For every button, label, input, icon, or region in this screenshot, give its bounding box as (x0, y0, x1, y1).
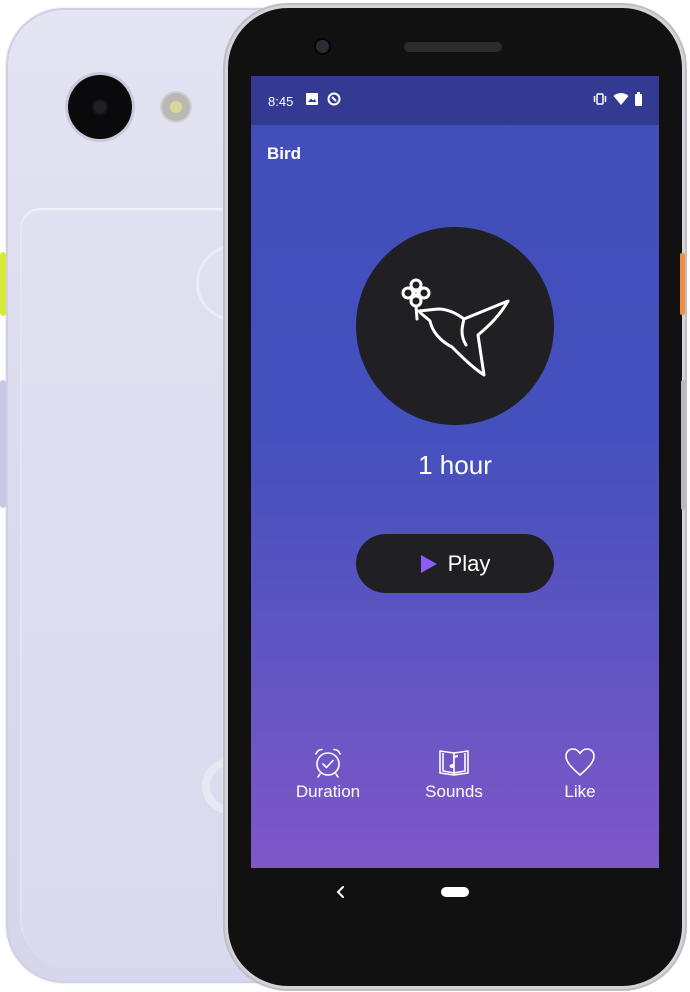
image-icon (306, 93, 318, 105)
wifi-icon (613, 93, 629, 105)
front-camera-icon (316, 40, 329, 53)
earpiece-speaker (404, 42, 502, 52)
duration-value: 1 hour (418, 450, 492, 480)
hummingbird-icon (401, 278, 510, 377)
power-button (680, 253, 685, 315)
alarm-clock-icon (315, 748, 341, 778)
heart-icon (565, 748, 595, 776)
sync-icon (327, 92, 341, 106)
back-chevron-icon[interactable] (334, 881, 348, 903)
play-icon (420, 554, 437, 573)
play-button-label: Play (447, 550, 491, 576)
flash-icon (162, 93, 190, 121)
vibrate-icon (593, 93, 607, 105)
page-title: Bird (267, 144, 301, 163)
status-bar: 8:45 (251, 76, 659, 125)
nav-like-label: Like (564, 782, 596, 801)
nav-duration-label: Duration (295, 782, 361, 801)
side-button-purple (0, 380, 6, 508)
status-time: 8:45 (268, 94, 294, 109)
rear-camera-icon (68, 75, 132, 139)
illustration-circle (356, 227, 554, 425)
volume-button (681, 380, 685, 510)
home-pill-icon[interactable] (441, 887, 469, 897)
nav-duration[interactable]: Duration (273, 746, 383, 802)
nav-sounds-label: Sounds (425, 782, 483, 801)
music-book-icon (439, 750, 469, 776)
play-button[interactable]: Play (356, 534, 554, 593)
side-button-green (0, 252, 6, 316)
battery-icon (635, 92, 642, 106)
app-screen: 8:45 Bird 1 hour Play Duration Sounds Li… (251, 76, 659, 868)
nav-like[interactable]: Like (525, 746, 635, 802)
nav-sounds[interactable]: Sounds (399, 746, 509, 802)
